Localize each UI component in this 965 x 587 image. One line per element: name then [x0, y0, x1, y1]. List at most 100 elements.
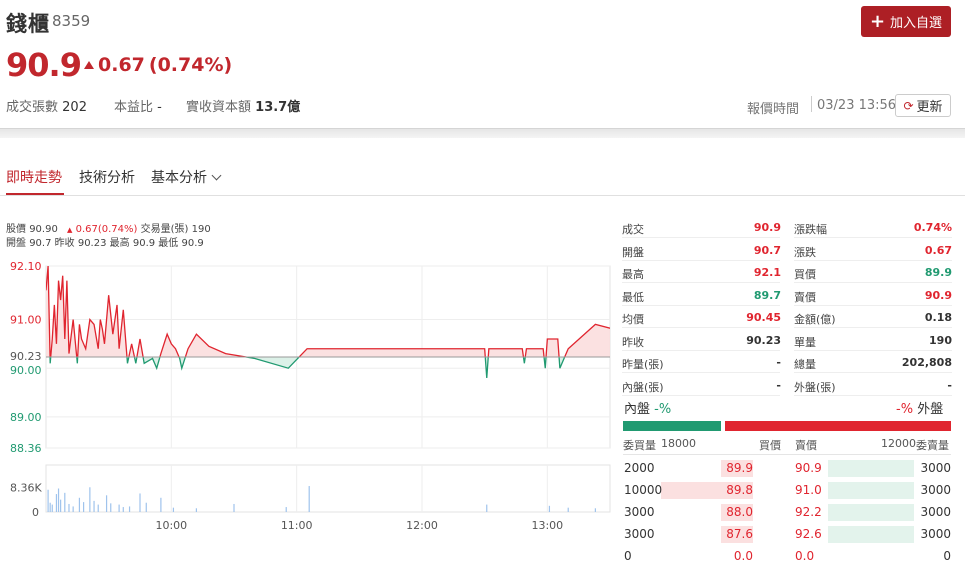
- chevron-down-icon: [211, 170, 222, 181]
- ask-price-label: 賣價: [795, 439, 817, 452]
- bid-total: 18000: [661, 437, 696, 450]
- stat-label: 單量: [794, 335, 816, 349]
- y-tick-label: 91.00: [10, 314, 42, 327]
- price-line-down: [49, 357, 566, 378]
- current-price: 90.9: [6, 46, 82, 84]
- add-to-watchlist-label: 加入自選: [890, 16, 943, 31]
- ask-depth-bar: [828, 504, 914, 521]
- up-arrow-icon: [84, 61, 94, 69]
- legend-low: 90.9: [181, 238, 204, 249]
- legend-low-label: 最低: [158, 238, 179, 249]
- stat-label: 昨收: [622, 335, 644, 349]
- bid-price: 88.0: [726, 505, 753, 519]
- stat-value: 190: [929, 333, 952, 347]
- tab-fundamental-label: 基本分析: [151, 170, 207, 186]
- legend-prev-label: 昨收: [54, 238, 75, 249]
- y-tick-label: 88.36: [10, 442, 42, 455]
- stat-row: 最低 89.7 賣價 90.9: [622, 284, 952, 306]
- inner-pressure: 內盤 -%: [624, 398, 671, 417]
- stat-row: 開盤 90.7 漲跌 0.67: [622, 239, 952, 261]
- stat-label: 金額(億): [794, 313, 836, 326]
- stat-value: 90.23: [746, 333, 781, 347]
- plus-icon: +: [869, 10, 886, 32]
- inner-pct: -%: [654, 402, 672, 417]
- bid-volume: 2000: [624, 461, 655, 475]
- ask-price: 90.9: [795, 461, 822, 475]
- y-tick-label: 90.00: [10, 364, 42, 377]
- refresh-label: 更新: [916, 100, 943, 115]
- y-tick-label: 92.10: [10, 260, 42, 273]
- divider: [794, 394, 952, 396]
- change-percent: (0.74%): [148, 54, 233, 76]
- stat-value: 0.18: [924, 311, 952, 324]
- volume-frame: [45, 464, 611, 513]
- orderbook-row: 10000 89.8 91.0 3000: [623, 480, 951, 500]
- price-line-up: [46, 266, 610, 357]
- tab-technical[interactable]: 技術分析: [79, 167, 135, 187]
- volume-info: 成交張數 202: [6, 96, 87, 115]
- stat-row: 內盤(張) - 外盤(張) -: [622, 374, 952, 396]
- stat-row: 昨量(張) - 總量 202,808: [622, 351, 952, 373]
- legend-high: 90.9: [132, 238, 156, 249]
- legend-high-label: 最高: [109, 238, 130, 249]
- ask-price: 92.2: [795, 505, 822, 519]
- quote-time-label: 報價時間: [747, 102, 800, 117]
- y-tick-label: 89.00: [10, 411, 42, 424]
- tab-divider: [0, 195, 965, 196]
- ask-total: 12000: [881, 437, 916, 450]
- stat-label: 漲跌幅: [794, 223, 827, 236]
- legend-open: 90.7: [29, 238, 52, 249]
- stat-value: 89.7: [753, 288, 781, 302]
- stat-label: 買價: [794, 268, 816, 281]
- stat-label: 外盤(張): [794, 380, 836, 394]
- pe-value: -: [157, 100, 162, 115]
- stat-label: 賣價: [794, 290, 816, 304]
- refresh-icon: ⟳: [903, 98, 914, 113]
- stat-label: 總量: [794, 358, 816, 371]
- stat-label: 開盤: [622, 245, 644, 259]
- stat-row: 均價 90.45 金額(億) 0.18: [622, 306, 952, 328]
- pe-info: 本益比 -: [114, 96, 162, 115]
- tab-fundamental[interactable]: 基本分析: [151, 167, 222, 187]
- tab-realtime[interactable]: 即時走勢: [6, 167, 62, 187]
- header-divider: [0, 128, 965, 138]
- outer-bar: [725, 421, 951, 431]
- refresh-button[interactable]: ⟳ 更新: [895, 94, 951, 117]
- add-to-watchlist-button[interactable]: + 加入自選: [861, 6, 951, 37]
- stat-value: 90.9: [924, 288, 952, 302]
- ask-price: 91.0: [795, 483, 822, 497]
- bid-price: 89.8: [726, 483, 753, 497]
- inner-bar: [623, 421, 721, 431]
- stat-value: 90.7: [753, 243, 781, 257]
- stat-label: 成交: [622, 223, 644, 236]
- stat-row: 成交 90.9 漲跌幅 0.74%: [622, 216, 952, 238]
- orderbook-row: 2000 89.9 90.9 3000: [623, 458, 951, 478]
- bid-volume: 10000: [624, 483, 663, 497]
- orderbook-row: 3000 88.0 92.2 3000: [623, 502, 951, 522]
- outer-label: 外盤: [917, 402, 944, 417]
- x-tick-label: 11:00: [281, 519, 313, 532]
- divider: [622, 394, 780, 396]
- bid-price: 89.9: [726, 461, 753, 475]
- outer-pct: -%: [896, 402, 914, 417]
- chart-legend-line1: 股價 90.90 ▲ 0.67(0.74%) 交易量(張) 190: [6, 220, 211, 235]
- orderbook-row: 0 0.0 0.0 0: [623, 546, 951, 566]
- quote-time: 03/23 13:56: [817, 98, 897, 113]
- ask-volume: 3000: [920, 483, 951, 497]
- stat-value: -: [776, 378, 781, 392]
- stat-label: 最高: [622, 268, 644, 281]
- bid-volume: 0: [624, 549, 632, 563]
- stat-value: -: [947, 378, 952, 392]
- capital-info: 實收資本額 13.7億: [186, 96, 300, 115]
- intraday-chart[interactable]: 10:0011:0012:0013:0014:0092.1091.0090.23…: [0, 250, 615, 535]
- ask-price: 92.6: [795, 527, 822, 541]
- legend-up-icon: ▲: [67, 226, 73, 234]
- ask-volume: 3000: [920, 461, 951, 475]
- ask-volume: 0: [943, 549, 951, 563]
- change-value: 0.67: [98, 54, 145, 76]
- divider: [623, 454, 951, 455]
- stat-value: 90.45: [746, 311, 781, 324]
- y-tick-label: 90.23: [10, 350, 42, 363]
- pe-label: 本益比: [114, 100, 154, 115]
- stat-row: 昨收 90.23 單量 190: [622, 329, 952, 351]
